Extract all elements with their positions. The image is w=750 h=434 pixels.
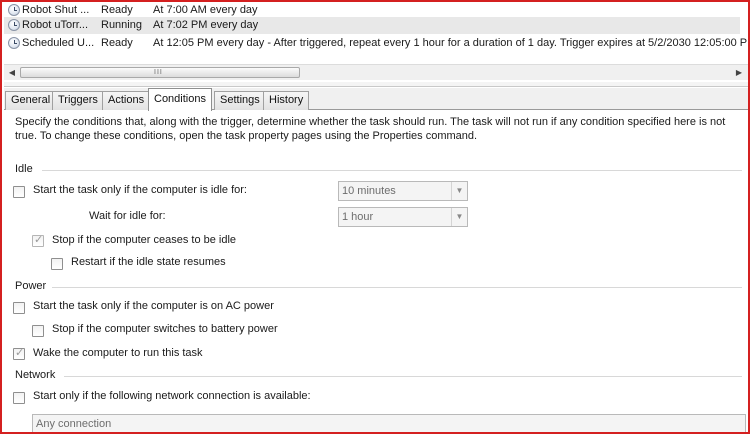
restart-if-resumes-label: Restart if the idle state resumes	[71, 256, 226, 268]
tab-settings[interactable]: Settings	[214, 91, 266, 110]
scrollbar-thumb[interactable]: III	[20, 67, 300, 78]
network-connection-select[interactable]: Any connection	[32, 414, 746, 432]
power-divider	[52, 287, 742, 288]
task-triggers: At 12:05 PM every day - After triggered,…	[153, 37, 750, 49]
start-if-idle-checkbox[interactable]	[13, 186, 25, 198]
tab-general[interactable]: General	[5, 91, 57, 110]
ac-power-label: Start the task only if the computer is o…	[33, 300, 274, 312]
network-divider	[64, 376, 742, 377]
pane-splitter[interactable]	[4, 82, 748, 87]
tab-strip: General Triggers Actions Conditions Sett…	[4, 88, 748, 111]
clock-icon	[8, 37, 20, 49]
scroll-left-icon[interactable]: ◀	[7, 68, 17, 78]
tab-triggers[interactable]: Triggers	[52, 91, 104, 110]
battery-label: Stop if the computer switches to battery…	[52, 323, 278, 335]
start-if-idle-label: Start the task only if the computer is i…	[33, 184, 247, 196]
stop-if-ceases-checkbox[interactable]: ✓	[32, 234, 44, 247]
idle-duration-select[interactable]: 10 minutes ▼	[338, 181, 468, 201]
task-name: Scheduled U...	[22, 37, 95, 49]
horizontal-scrollbar[interactable]: ◀ III ▶	[4, 64, 748, 80]
ac-power-checkbox[interactable]	[13, 302, 25, 314]
stop-if-ceases-label: Stop if the computer ceases to be idle	[52, 234, 237, 246]
conditions-panel: Specify the conditions that, along with …	[4, 110, 748, 432]
clock-icon	[8, 4, 20, 16]
task-name: Robot Shut ...	[22, 4, 90, 16]
chevron-down-icon: ▼	[451, 208, 467, 226]
scrollbar-grip: III	[154, 69, 163, 76]
network-connection-value: Any connection	[36, 418, 112, 430]
task-status: Ready	[101, 37, 133, 49]
network-heading: Network	[15, 369, 56, 381]
restart-if-resumes-checkbox[interactable]	[51, 258, 63, 270]
task-status: Running	[101, 19, 142, 31]
wake-checkbox[interactable]: ✓	[13, 347, 25, 360]
battery-checkbox[interactable]	[32, 325, 44, 337]
idle-duration-value: 10 minutes	[342, 185, 396, 197]
task-row[interactable]: Robot uTorr... Running At 7:02 PM every …	[4, 17, 740, 34]
wait-for-idle-value: 1 hour	[342, 211, 374, 223]
task-scheduler-window: Robot Shut ... Ready At 7:00 AM every da…	[0, 0, 750, 434]
conditions-description: Specify the conditions that, along with …	[15, 116, 726, 142]
power-heading: Power	[15, 280, 47, 292]
network-checkbox[interactable]	[13, 392, 25, 404]
task-status: Ready	[101, 4, 133, 16]
task-triggers: At 7:00 AM every day	[153, 4, 258, 16]
wait-for-idle-select[interactable]: 1 hour ▼	[338, 207, 468, 227]
task-list: Robot Shut ... Ready At 7:00 AM every da…	[4, 2, 748, 54]
network-label: Start only if the following network conn…	[33, 390, 311, 402]
scroll-right-icon[interactable]: ▶	[734, 68, 744, 78]
task-triggers: At 7:02 PM every day	[153, 19, 259, 31]
task-row[interactable]: Scheduled U... Ready At 12:05 PM every d…	[4, 35, 748, 52]
task-name: Robot uTorr...	[22, 19, 89, 31]
wake-label: Wake the computer to run this task	[33, 347, 203, 359]
tab-history[interactable]: History	[263, 91, 310, 110]
clock-icon	[8, 19, 20, 31]
chevron-down-icon: ▼	[451, 182, 467, 200]
check-icon: ✓	[34, 234, 44, 246]
wait-for-idle-label: Wait for idle for:	[89, 210, 166, 222]
idle-divider	[42, 170, 742, 171]
tab-conditions[interactable]: Conditions	[148, 88, 212, 111]
idle-heading: Idle	[15, 163, 33, 175]
tab-actions[interactable]: Actions	[102, 91, 151, 110]
check-icon: ✓	[15, 347, 25, 359]
